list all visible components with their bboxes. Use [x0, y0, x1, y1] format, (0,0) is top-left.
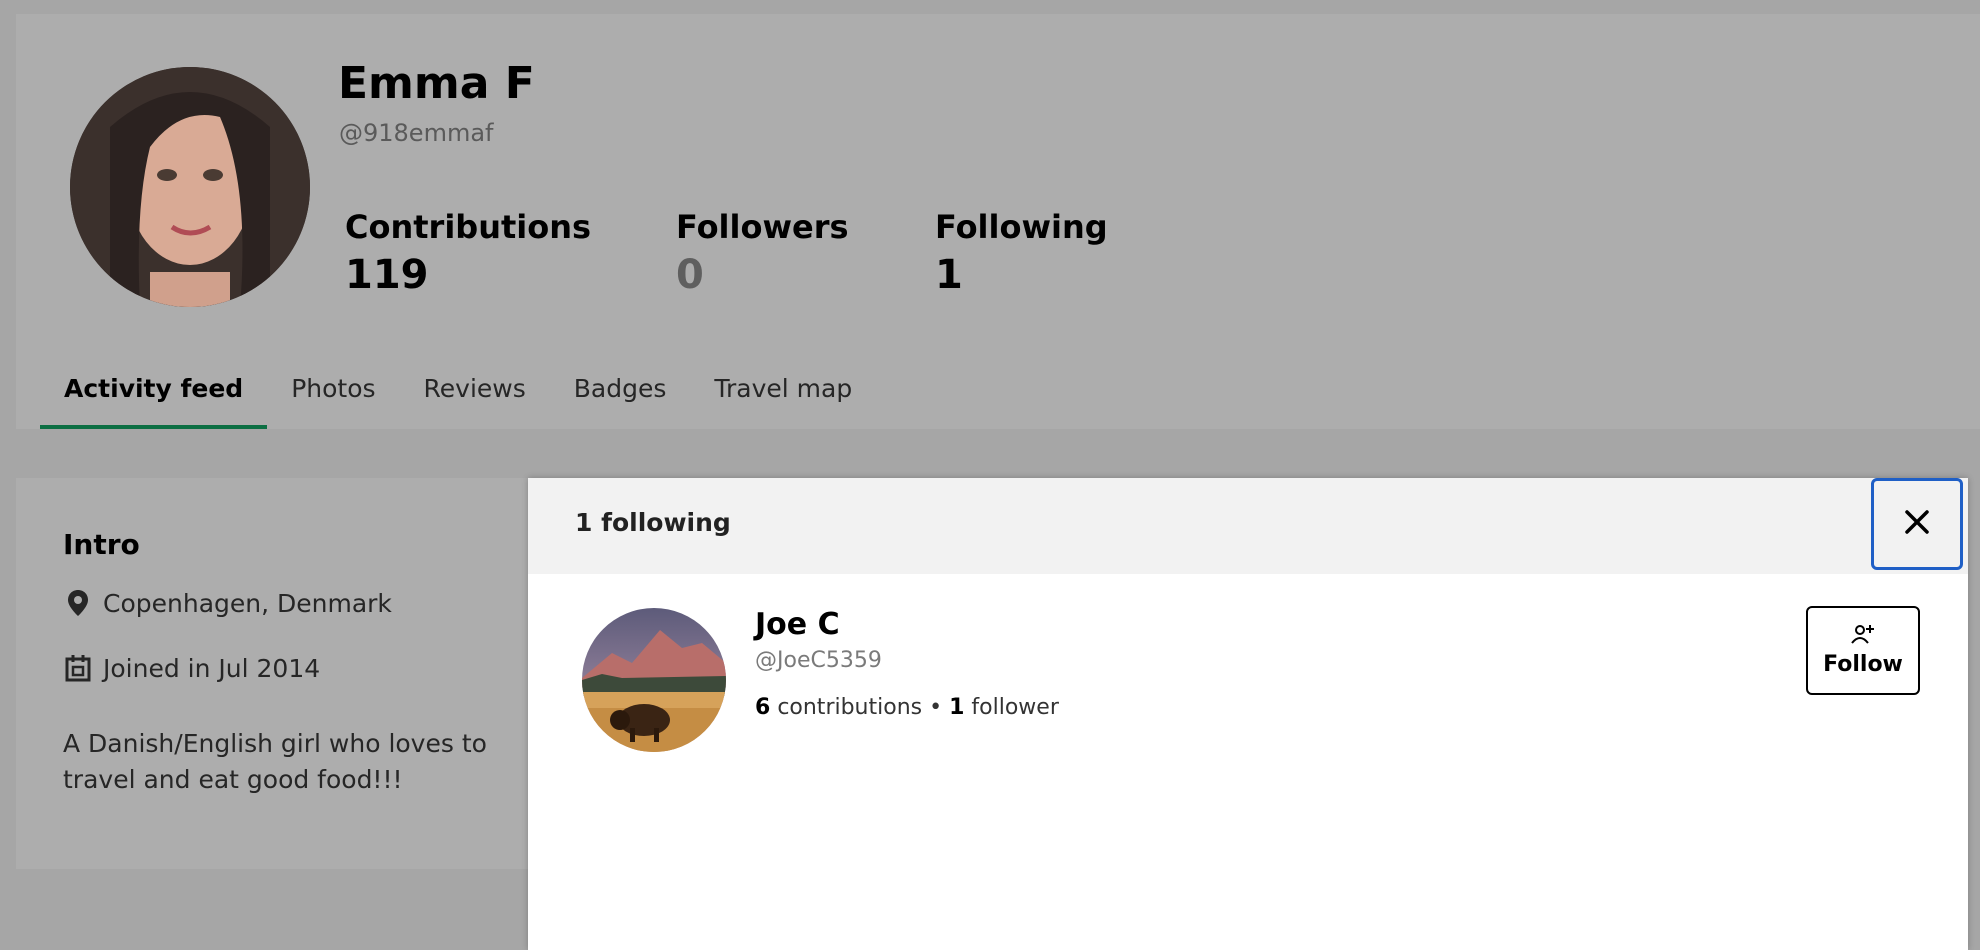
close-button[interactable] — [1871, 478, 1963, 570]
contributions-word: contributions — [777, 695, 923, 720]
stat-label: Contributions — [345, 208, 592, 246]
intro-joined-text: Joined in Jul 2014 — [103, 653, 321, 683]
intro-title: Intro — [63, 528, 140, 561]
profile-name: Emma F — [338, 58, 535, 109]
follow-label: Follow — [1823, 652, 1903, 677]
tab-badges[interactable]: Badges — [550, 360, 691, 429]
modal-header: 1 following — [528, 478, 1968, 574]
user-avatar[interactable] — [582, 608, 726, 752]
stat-following[interactable]: Following 1 — [935, 208, 1108, 298]
followers-word: follower — [971, 695, 1059, 720]
tab-travel-map[interactable]: Travel map — [690, 360, 876, 429]
user-stats: 6 contributions • 1 follower — [755, 695, 1059, 720]
person-add-icon — [1851, 624, 1875, 648]
tab-reviews[interactable]: Reviews — [400, 360, 550, 429]
profile-avatar — [70, 67, 310, 307]
stat-value: 119 — [345, 252, 429, 298]
user-handle: @JoeC5359 — [755, 648, 882, 673]
user-name[interactable]: Joe C — [755, 607, 840, 642]
stat-value: 1 — [935, 252, 963, 298]
following-list-item: Joe C @JoeC5359 6 contributions • 1 foll… — [528, 574, 1968, 774]
intro-location: Copenhagen, Denmark — [63, 588, 392, 618]
contributions-count: 6 — [755, 695, 771, 720]
stat-contributions[interactable]: Contributions 119 — [345, 208, 591, 298]
intro-location-text: Copenhagen, Denmark — [103, 588, 392, 618]
profile-handle: @918emmaf — [339, 119, 494, 147]
profile-tabs: Activity feed Photos Reviews Badges Trav… — [40, 360, 876, 429]
intro-joined: Joined in Jul 2014 — [63, 653, 320, 683]
modal-title: 1 following — [575, 508, 731, 537]
stat-label: Following — [935, 208, 1108, 246]
tab-photos[interactable]: Photos — [267, 360, 399, 429]
follow-button[interactable]: Follow — [1806, 606, 1920, 695]
stat-label: Followers — [676, 208, 849, 246]
stats-separator: • — [929, 695, 943, 720]
following-modal: 1 following Joe C @JoeC5359 6 contributi… — [528, 478, 1968, 950]
stat-value: 0 — [676, 252, 704, 298]
close-icon — [1903, 508, 1931, 540]
tab-activity-feed[interactable]: Activity feed — [40, 360, 268, 429]
stat-followers[interactable]: Followers 0 — [676, 208, 849, 298]
intro-bio: A Danish/English girl who loves to trave… — [63, 729, 487, 794]
profile-header: Emma F @918emmaf Contributions 119 Follo… — [16, 14, 1980, 429]
calendar-icon — [63, 653, 93, 683]
followers-count: 1 — [949, 695, 965, 720]
intro-card: Intro Copenhagen, Denmark Joined in Jul … — [16, 478, 536, 869]
location-pin-icon — [63, 588, 93, 618]
